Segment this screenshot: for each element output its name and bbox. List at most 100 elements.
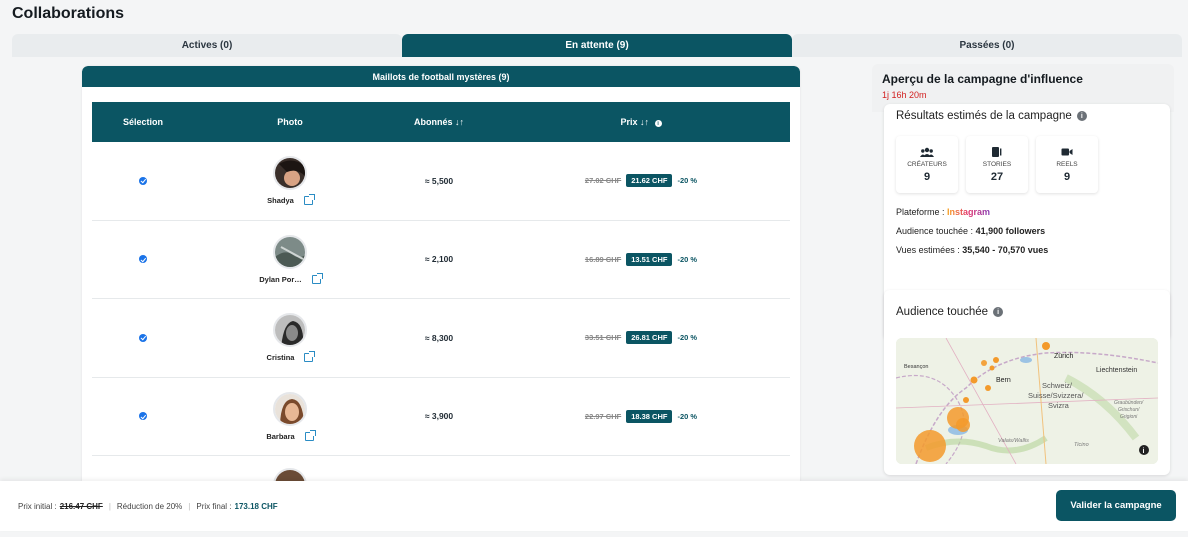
- map-label-schweiz-2: Suisse/Svizzera/: [1028, 391, 1084, 400]
- results-title: Résultats estimés de la campagne: [896, 110, 1072, 122]
- stat-label: STORIES: [982, 161, 1012, 168]
- table-row: Shadya ≈ 5,500 27.02 CHF 21.62 CHF -20 %: [92, 142, 790, 221]
- map-label-ticino: Ticino: [1074, 442, 1089, 448]
- tab-passees[interactable]: Passées (0): [792, 34, 1182, 57]
- initial-price-value: 216.47 CHF: [59, 501, 103, 511]
- old-price: 22.97 CHF: [584, 411, 622, 421]
- views-line: Vues estimées : 35,540 - 70,570 vues: [896, 245, 1158, 255]
- map-label-zurich: Zürich: [1054, 353, 1074, 360]
- followers-count: ≈ 8,300: [424, 332, 454, 343]
- stat-value: 9: [923, 171, 931, 183]
- stat-value: 27: [990, 171, 1004, 183]
- creator-name: Shadya: [267, 196, 294, 206]
- table-row: Barbara ≈ 3,900 22.97 CHF 18.38 CHF -20 …: [92, 377, 790, 456]
- map-label-graubunden-3: Grigioni: [1120, 414, 1138, 420]
- selected-checkbox[interactable]: [139, 255, 147, 264]
- old-price: 27.02 CHF: [584, 176, 622, 186]
- new-price: 26.81 CHF: [626, 331, 673, 345]
- avatar[interactable]: [273, 313, 307, 348]
- selected-checkbox[interactable]: [139, 412, 147, 421]
- external-link-icon[interactable]: [304, 429, 316, 441]
- selected-checkbox[interactable]: [139, 176, 147, 185]
- avatar[interactable]: [272, 234, 307, 269]
- reels-icon: [1061, 148, 1073, 156]
- overview-title: Aperçu de la campagne d'influence: [882, 72, 1083, 86]
- table-row: Dylan Por… ≈ 2,100 16.89 CHF 13.51 CHF -…: [92, 220, 790, 299]
- info-icon[interactable]: i: [993, 307, 1004, 317]
- stat-creators: CRÉATEURS 9: [896, 136, 958, 193]
- table-row: Cristina ≈ 8,300 33.51 CHF 26.81 CHF -20…: [92, 299, 790, 378]
- map-label-schweiz-3: Svizra: [1048, 401, 1070, 410]
- initial-price-label: Prix initial :: [18, 501, 57, 511]
- reduction-text: Réduction de 20%: [116, 501, 183, 511]
- stories-icon: [992, 147, 1002, 157]
- info-icon[interactable]: i: [654, 120, 662, 128]
- map-label-schweiz-1: Schweiz/: [1042, 381, 1073, 390]
- col-followers[interactable]: Abonnés ↓↑: [386, 117, 492, 127]
- col-photo: Photo: [277, 117, 303, 127]
- audience-card: Audience touchée i Zürich Besançon Bern …: [884, 290, 1170, 475]
- influencer-table: Sélection Photo Abonnés ↓↑ Prix ↓↑ i Sha…: [92, 102, 790, 486]
- stat-label: CRÉATEURS: [907, 161, 947, 168]
- platform-line: Plateforme : Instagram: [896, 207, 1158, 217]
- discount: -20 %: [677, 254, 698, 264]
- map-label-liechtenstein: Liechtenstein: [1096, 367, 1137, 374]
- creators-icon: [920, 147, 934, 157]
- final-price-label: Prix final :: [196, 501, 232, 511]
- map-label-bern: Bern: [996, 377, 1011, 384]
- views-label: Vues estimées :: [896, 245, 963, 255]
- creator-name: Barbara: [266, 431, 295, 441]
- map-label-besancon: Besançon: [904, 364, 928, 370]
- creator-name: Cristina: [266, 353, 295, 363]
- followers-count: ≈ 5,500: [424, 175, 454, 186]
- collaborations-page: Collaborations Actives (0) En attente (9…: [0, 0, 1188, 537]
- selected-checkbox[interactable]: [139, 333, 147, 342]
- status-tabs: Actives (0) En attente (9) Passées (0): [12, 34, 1182, 57]
- audience-line: Audience touchée : 41,900 followers: [896, 226, 1158, 236]
- discount: -20 %: [677, 176, 698, 186]
- price-summary-bar: Prix initial : 216.47 CHF | Réduction de…: [0, 481, 1188, 531]
- map-label-graubunden-1: Graubünden/: [1114, 400, 1144, 406]
- validate-campaign-button[interactable]: Valider la campagne: [1056, 490, 1176, 521]
- platform-value: Instagram: [947, 207, 991, 217]
- stat-value: 9: [1063, 171, 1071, 183]
- audience-map[interactable]: Zürich Besançon Bern Liechtenstein Schwe…: [896, 338, 1158, 464]
- audience-label: Audience touchée :: [896, 226, 976, 236]
- campaign-panel: Maillots de football mystères (9) Sélect…: [82, 66, 800, 486]
- col-price[interactable]: Prix ↓↑ i: [492, 117, 790, 128]
- map-label-valais: Valais/Wallis: [998, 438, 1029, 444]
- audience-title: Audience touchée: [896, 306, 989, 318]
- page-title: Collaborations: [12, 5, 125, 22]
- audience-value: 41,900 followers: [975, 226, 1046, 236]
- stat-reels: REELS 9: [1036, 136, 1098, 193]
- col-selection: Sélection: [122, 117, 163, 127]
- views-value: 35,540 - 70,570 vues: [962, 245, 1049, 255]
- platform-label: Plateforme :: [896, 207, 948, 217]
- new-price: 18.38 CHF: [626, 409, 673, 423]
- discount: -20 %: [677, 333, 698, 343]
- tab-actives[interactable]: Actives (0): [12, 34, 402, 57]
- external-link-icon[interactable]: [304, 351, 316, 363]
- new-price: 21.62 CHF: [626, 174, 673, 188]
- tab-en-attente[interactable]: En attente (9): [402, 34, 792, 57]
- external-link-icon[interactable]: [303, 194, 315, 206]
- old-price: 33.51 CHF: [584, 333, 622, 343]
- stat-label: REELS: [1056, 161, 1078, 168]
- countdown-timer: 1j 16h 20m: [882, 90, 927, 100]
- avatar[interactable]: [273, 156, 307, 191]
- external-link-icon[interactable]: [311, 272, 323, 284]
- followers-count: ≈ 2,100: [424, 254, 454, 265]
- info-icon[interactable]: i: [1076, 111, 1087, 121]
- final-price-value: 173.18 CHF: [234, 501, 278, 511]
- svg-text:i: i: [1143, 448, 1145, 455]
- col-price-label: Prix ↓↑: [620, 116, 649, 127]
- table-header: Sélection Photo Abonnés ↓↑ Prix ↓↑ i: [92, 102, 790, 142]
- discount: -20 %: [677, 411, 698, 421]
- map-label-graubunden-2: Grischun/: [1118, 407, 1140, 413]
- new-price: 13.51 CHF: [626, 252, 673, 266]
- campaign-header[interactable]: Maillots de football mystères (9): [82, 66, 800, 87]
- old-price: 16.89 CHF: [584, 254, 622, 264]
- avatar[interactable]: [272, 391, 307, 426]
- creator-name: Dylan Por…: [259, 274, 302, 284]
- followers-count: ≈ 3,900: [424, 411, 454, 422]
